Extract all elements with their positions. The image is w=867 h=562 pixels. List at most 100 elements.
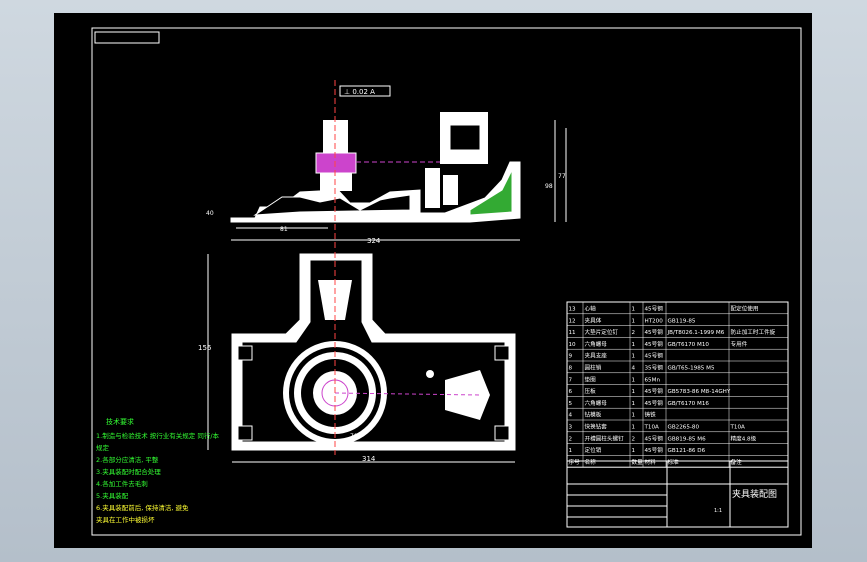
corner-box (94, 31, 160, 44)
note-line: 夹具在工作中被损坏 (96, 515, 155, 524)
bom-cell: GB5783-86 M8-14GHY (668, 389, 731, 395)
bom-cell: 垫圈 (585, 375, 597, 383)
bom-cell: 8 (569, 366, 573, 372)
drill-bushing (315, 152, 357, 174)
dim-top-height: 156 (198, 344, 212, 352)
bom-cell: 10 (569, 342, 577, 348)
bom-cell: 1 (632, 448, 636, 454)
bom-cell: 开槽圆柱头螺钉 (585, 434, 625, 442)
bom-cell: 45号钢 (645, 340, 664, 348)
bom-cell: T10A (730, 425, 746, 431)
bom-header-cell: 备注 (731, 458, 743, 466)
bom-cell: GB121-86 D6 (668, 448, 706, 454)
technical-notes: 技术要求 1.制造与检验技术 按行业有关规定 同行/本 规定 2.各部分应清洁,… (96, 417, 220, 524)
dim-front-height-b: 77 (558, 173, 566, 180)
bom-header-cell: 名称 (585, 458, 597, 466)
bom-cell: 45号钢 (645, 352, 664, 360)
bom-cell: 专用件 (731, 340, 748, 348)
bom-cell: 1 (632, 342, 636, 348)
bom-cell: 6 (569, 389, 573, 395)
cad-drawing: ⊥ 0.02 A 324 81 98 77 40 314 156 70 技术要求… (91, 27, 802, 536)
support-post-2 (443, 175, 458, 205)
bom-cell: 快换钻套 (585, 423, 608, 431)
bom-cell: 铸铁 (645, 411, 657, 419)
bom-cell: 45号钢 (645, 387, 664, 395)
dim-front-left: 81 (280, 226, 288, 233)
bom-cell: 1 (632, 307, 636, 313)
bom-header-cell: 序号 (569, 458, 581, 466)
tolerance-frame: ⊥ 0.02 A (344, 88, 375, 96)
bom-cell: 钻模板 (585, 411, 602, 419)
bom-cell: 六角螺母 (585, 340, 608, 348)
note-line: 6.夹具装配前后, 保持清洁, 避免 (96, 503, 189, 512)
bom-cell: 1 (632, 354, 636, 360)
dim-top-inner: 70 (350, 433, 358, 440)
bom-header-cell: 材料 (645, 458, 657, 466)
bom-cell: 3 (569, 425, 573, 431)
note-line: 3.夹具装配时配合处理 (96, 467, 161, 476)
dim-front-left-h: 40 (206, 210, 214, 217)
bom-cell: 大垫片定位钉 (585, 328, 619, 336)
note-line: 5.夹具装配 (96, 491, 129, 500)
dim-front-width: 324 (367, 237, 381, 245)
pin-hole (426, 370, 434, 378)
front-view: ⊥ 0.02 A 324 81 98 77 40 (206, 80, 567, 250)
bom-cell: HT200 (645, 318, 664, 324)
bom-cell: 六角螺母 (585, 399, 608, 407)
bom-cell: 2 (632, 436, 636, 442)
bom-cell: 1 (632, 413, 636, 419)
bom-cell: GB/T6170 M16 (668, 401, 710, 407)
slot-br (494, 425, 510, 441)
title-block: 夹具装配图 1:1 (566, 460, 789, 528)
note-line: 规定 (96, 443, 110, 452)
support-post (425, 168, 440, 208)
bom-cell: 12 (569, 318, 576, 324)
bom-cell: GB2265-80 (668, 425, 700, 431)
bom-cell: 配定位使用 (731, 305, 759, 313)
bom-cell: 45号钢 (645, 446, 664, 454)
drawing-scale: 1:1 (714, 508, 722, 514)
bom-cell: 45号钢 (645, 434, 664, 442)
bom-cell: 1 (632, 401, 636, 407)
bom-cell: GB119-85 (668, 318, 696, 324)
bom-cell: 1 (632, 389, 636, 395)
slot-tr (494, 345, 510, 361)
bom-cell: 65Mn (645, 377, 661, 383)
bom-cell: 4 (569, 413, 573, 419)
bom-cell: 夹具体 (585, 316, 602, 324)
bom-cell: JB/T8026.1-1999 M6 (667, 330, 725, 336)
bom-cell: 1 (569, 448, 573, 454)
top-view: 314 156 70 (198, 252, 516, 463)
dim-top-width: 314 (362, 455, 376, 463)
slot-tl (237, 345, 253, 361)
bom-cell: 35号钢 (645, 364, 664, 372)
bom-cell: 13 (569, 307, 577, 313)
bom-cell: 45号钢 (645, 399, 664, 407)
bom-cell: T10A (644, 425, 660, 431)
bom-cell: 5 (569, 401, 573, 407)
bom-cell: 45号钢 (645, 305, 664, 313)
bom-cell: 7 (569, 377, 573, 383)
dim-front-height-a: 98 (545, 183, 553, 190)
drawing-title: 夹具装配图 (732, 488, 777, 500)
bom-cell: 2 (632, 330, 636, 336)
bom-header-cell: 标准 (668, 458, 680, 466)
bom-cell: 夹具支座 (585, 352, 608, 360)
bom-cell: 4 (632, 366, 636, 372)
note-line: 4.各加工件去毛刺 (96, 479, 148, 488)
bom-cell: 2 (569, 436, 573, 442)
bom-cell: 9 (569, 354, 573, 360)
notes-heading: 技术要求 (106, 417, 134, 426)
bom-cell: 45号钢 (645, 328, 664, 336)
column-base (320, 173, 352, 191)
note-line: 2.各部分应清洁, 平整 (96, 455, 159, 464)
bom-cell: 防止加工时工件旋 (731, 328, 776, 336)
bom-cell: 精度4.8级 (731, 434, 757, 442)
bom-cell: 圆柱销 (585, 364, 602, 372)
bom-cell: 11 (569, 330, 577, 336)
sheet-border (91, 27, 802, 536)
bom-cell: 1 (632, 318, 636, 324)
bom-cell: 定位销 (585, 446, 602, 454)
bom-cell: 压板 (585, 387, 597, 395)
bom-cell: GB/T6170 M10 (668, 342, 710, 348)
